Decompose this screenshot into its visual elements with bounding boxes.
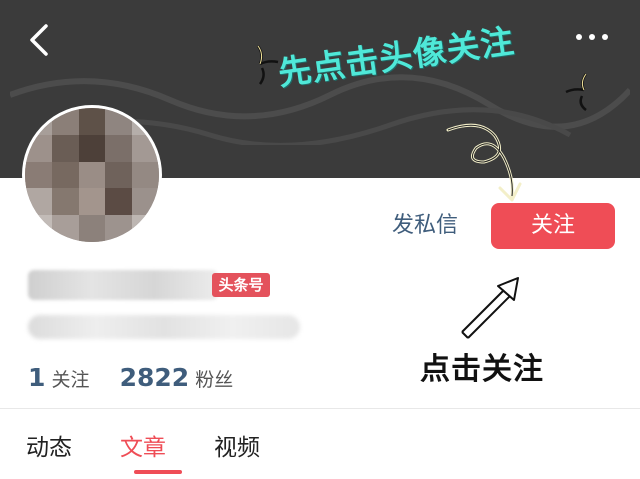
followers-stat[interactable]: 2822 粉丝 (120, 363, 234, 392)
blurred-username (28, 270, 218, 300)
profile-stats: 1 关注 2822 粉丝 (28, 363, 233, 392)
tabs-divider (0, 408, 640, 409)
follow-button[interactable]: 关注 (491, 203, 615, 249)
profile-avatar[interactable] (22, 105, 162, 245)
back-button[interactable] (22, 20, 58, 60)
curly-arrow-icon (446, 123, 522, 202)
tab-articles[interactable]: 文章 (120, 428, 166, 462)
following-count: 1 (28, 363, 46, 392)
following-stat[interactable]: 1 关注 (28, 363, 90, 392)
content-tabs: 动态 文章 视频 (26, 428, 308, 468)
blurred-description (28, 315, 300, 339)
active-tab-indicator (134, 470, 182, 474)
tab-videos[interactable]: 视频 (214, 428, 260, 462)
pointer-arrow-icon (461, 277, 519, 339)
tab-dynamics[interactable]: 动态 (26, 428, 72, 462)
following-label: 关注 (51, 369, 90, 391)
sparkle-right-icon (565, 73, 588, 111)
more-options-button[interactable] (570, 26, 614, 48)
back-arrow-icon (30, 24, 48, 56)
followers-label: 粉丝 (195, 369, 234, 391)
send-message-button[interactable]: 发私信 (380, 206, 470, 246)
annotation-bottom-text: 点击关注 (420, 352, 544, 387)
followers-count: 2822 (119, 363, 190, 392)
toutiao-badge: 头条号 (212, 273, 270, 297)
